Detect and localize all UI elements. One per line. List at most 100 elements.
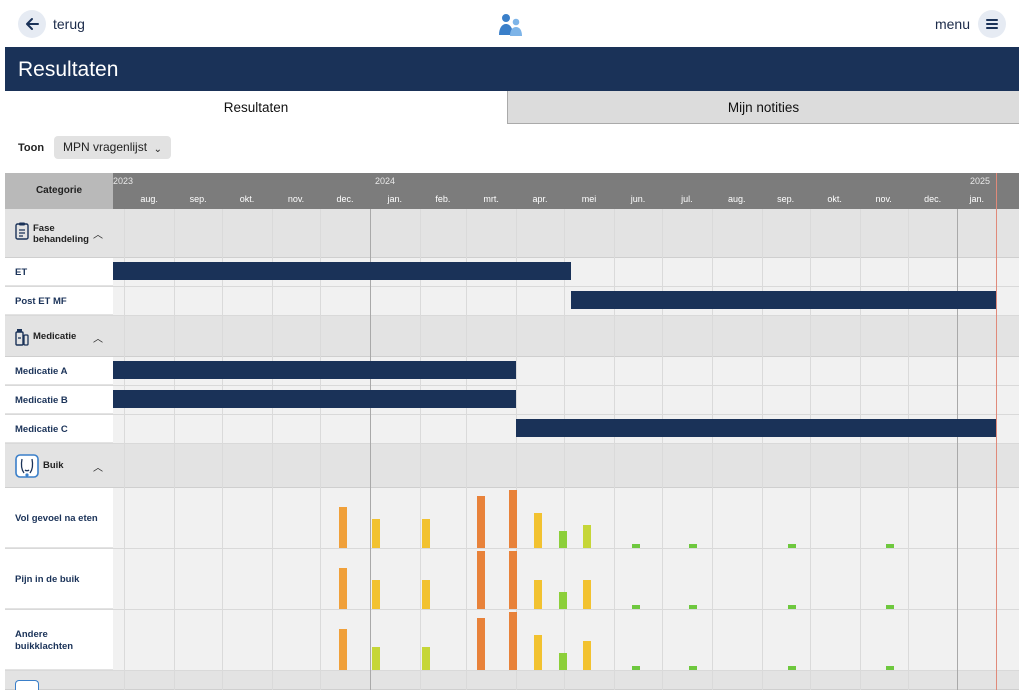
symptom-score-bar[interactable] [632, 666, 641, 670]
month-label: aug. [140, 194, 158, 204]
month-label: dec. [336, 194, 354, 204]
symptom-score-bar[interactable] [788, 666, 797, 670]
month-label: jan. [387, 194, 402, 204]
clipboard-icon [15, 222, 29, 240]
category-header: Categorie [5, 173, 113, 209]
month-label: okt. [239, 194, 255, 204]
tab-resultaten[interactable]: Resultaten [5, 91, 507, 124]
symptom-score-bar[interactable] [558, 530, 567, 548]
symptom-score-bar[interactable] [558, 591, 567, 609]
menu-button[interactable] [978, 10, 1006, 38]
select-value: MPN vragenlijst [63, 140, 148, 154]
symptom-score-bar[interactable] [886, 544, 895, 548]
month-gridline [908, 209, 909, 690]
symptom-score-bar[interactable] [534, 513, 543, 548]
top-bar: terug menu [0, 0, 1024, 47]
symptom-score-bar[interactable] [688, 666, 697, 670]
month-gridline [662, 209, 663, 690]
month-gridline [564, 209, 565, 690]
month-label: feb. [435, 194, 451, 204]
group-row-next [5, 671, 1019, 690]
symptom-score-bar[interactable] [372, 519, 381, 548]
month-label: mrt. [483, 194, 499, 204]
row-label: Andere buikklachten [15, 629, 74, 652]
row-label: Medicatie A [15, 366, 68, 377]
month-gridline [222, 209, 223, 690]
group-label: Medicatie [33, 331, 77, 342]
chevron-up-icon[interactable]: ︿ [93, 459, 103, 474]
symptom-score-bar[interactable] [582, 524, 591, 548]
symptom-score-bar[interactable] [372, 580, 381, 609]
menu-label[interactable]: menu [935, 16, 970, 32]
questionnaire-select[interactable]: MPN vragenlijst ⌄ [54, 136, 171, 159]
symptom-score-bar[interactable] [422, 646, 431, 670]
symptom-score-bar[interactable] [788, 544, 797, 548]
page-title: Resultaten [18, 58, 119, 81]
gantt-bar[interactable] [570, 291, 996, 309]
symptom-score-bar[interactable] [508, 551, 517, 609]
symptom-score-bar[interactable] [422, 580, 431, 609]
month-gridline [712, 209, 713, 690]
month-label: sep. [189, 194, 207, 204]
symptom-score-bar[interactable] [886, 605, 895, 609]
back-button[interactable] [18, 10, 46, 38]
hamburger-icon-line [986, 23, 998, 25]
row-label: Vol gevoel na eten [15, 513, 98, 524]
people-logo-icon [499, 14, 522, 36]
month-label: dec. [924, 194, 942, 204]
year-label: 2023 [113, 176, 134, 186]
abdomen-icon [15, 454, 39, 478]
month-gridline [370, 209, 371, 690]
symptom-score-bar[interactable] [338, 507, 347, 548]
group-row-fase-behandeling: Fase behandeling ︿ [5, 209, 1019, 258]
symptom-score-bar[interactable] [632, 544, 641, 548]
next-group-icon [15, 680, 39, 690]
symptom-score-bar[interactable] [476, 617, 485, 670]
gantt-bar[interactable] [113, 361, 516, 379]
symptom-score-bar[interactable] [338, 629, 347, 670]
month-label: jun. [630, 194, 646, 204]
symptom-score-bar[interactable] [476, 495, 485, 548]
group-label: Buik [43, 460, 64, 471]
symptom-score-bar[interactable] [632, 605, 641, 609]
month-gridline [420, 209, 421, 690]
gantt-bar[interactable] [113, 262, 571, 280]
symptom-score-bar[interactable] [338, 568, 347, 609]
symptom-score-bar[interactable] [534, 580, 543, 609]
symptom-score-bar[interactable] [508, 490, 517, 548]
month-gridline [124, 209, 125, 690]
tab-mijn-notities[interactable]: Mijn notities [507, 91, 1019, 124]
gantt-bar[interactable] [113, 390, 516, 408]
month-label: mei [581, 194, 597, 204]
row-label: ET [15, 267, 28, 278]
month-gridline [810, 209, 811, 690]
chevron-up-icon[interactable]: ︿ [93, 226, 103, 241]
symptom-score-bar[interactable] [688, 605, 697, 609]
row-label: Post ET MF [15, 296, 67, 307]
symptom-score-bar[interactable] [558, 652, 567, 670]
chevron-up-icon[interactable]: ︿ [93, 330, 103, 345]
month-label: sep. [777, 194, 795, 204]
month-gridline [272, 209, 273, 690]
symptom-score-bar[interactable] [582, 580, 591, 609]
back-label[interactable]: terug [53, 16, 85, 32]
row-label: Pijn in de buik [15, 574, 80, 585]
symptom-score-bar[interactable] [372, 646, 381, 670]
symptom-score-bar[interactable] [508, 612, 517, 670]
month-label: apr. [532, 194, 548, 204]
symptom-score-bar[interactable] [534, 635, 543, 670]
symptom-score-bar[interactable] [788, 605, 797, 609]
symptom-score-bar[interactable] [886, 666, 895, 670]
filter-label: Toon [18, 142, 45, 154]
month-gridline [614, 209, 615, 690]
symptom-score-bar[interactable] [422, 519, 431, 548]
gantt-bar[interactable] [515, 419, 996, 437]
symptom-score-bar[interactable] [476, 551, 485, 609]
month-label: okt. [827, 194, 842, 204]
month-gridline [762, 209, 763, 690]
symptom-score-bar[interactable] [582, 641, 591, 670]
month-gridline [174, 209, 175, 690]
symptom-score-bar[interactable] [688, 544, 697, 548]
month-label: jan. [969, 194, 984, 204]
month-gridline [957, 209, 958, 690]
